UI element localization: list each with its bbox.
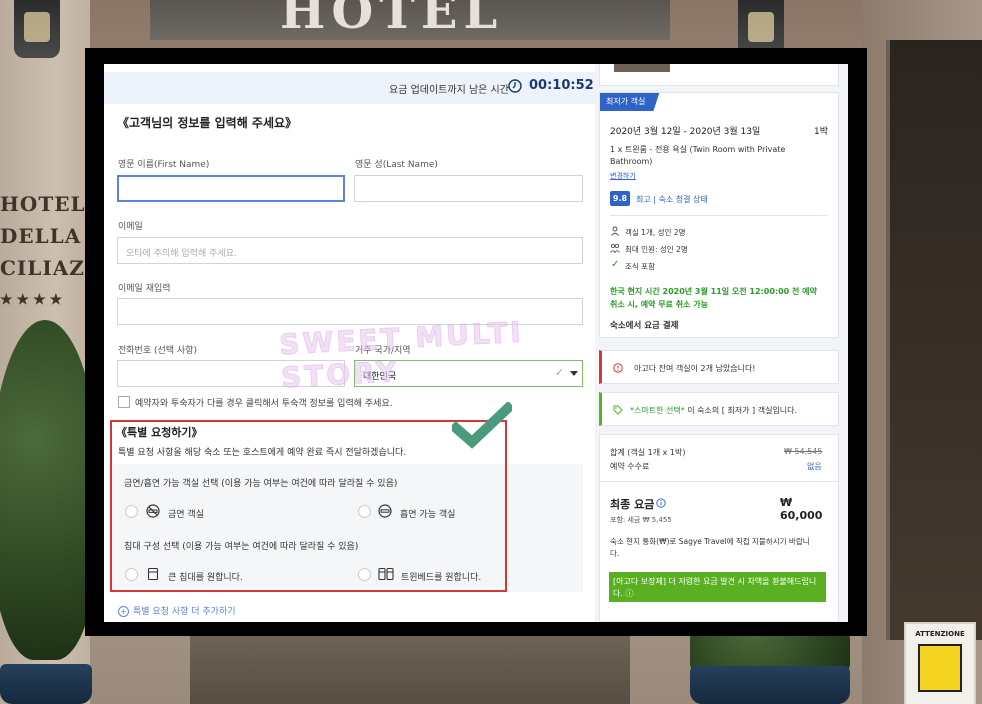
smart-choice-alert: *스마트한 선택* 이 숙소의 [ 최저가 ] 객실입니다. <box>599 392 839 426</box>
clock-icon <box>508 79 522 93</box>
booking-fee-label: 예약 수수료 <box>610 462 650 471</box>
currency-note: 숙소 현지 통화(₩)로 Sagye Travel에 직접 지불하시기 바랍니 <box>610 537 810 546</box>
check-icon <box>452 402 512 449</box>
booking-fee-value: 없음 <box>807 462 822 471</box>
email-field[interactable]: 오타에 주의해 입력해 주세요. <box>117 237 583 264</box>
guest-different-checkbox[interactable] <box>118 396 130 408</box>
hotel-sign-line: DELLA <box>0 224 82 248</box>
add-more-requests-link[interactable]: + 특별 요청 사항 더 추가하기 <box>118 604 236 617</box>
lowest-price-ribbon: 최저가 객실 <box>600 93 660 111</box>
free-cancel-text: 한국 현지 시간 2020년 3월 11일 오전 12:00:00 전 예약 <box>610 287 817 296</box>
large-bed-radio[interactable] <box>125 568 138 581</box>
first-name-field[interactable] <box>117 175 345 202</box>
tax-note: 포함: 세금 ₩ 5,455 <box>610 516 672 524</box>
subtotal-value: ₩ 54,545 <box>784 447 823 456</box>
plus-icon: + <box>118 606 129 617</box>
smart-choice-highlight: *스마트한 선택* <box>630 406 685 415</box>
non-smoking-label: 금연 객실 <box>168 510 204 520</box>
hotel-sign-line: CILIAZI <box>0 256 96 280</box>
currency-note-cont: 다. <box>610 549 620 558</box>
planter-icon <box>690 666 850 704</box>
hotel-sign: HOTEL DELLA CILIAZI ★★★★ <box>0 188 95 316</box>
smoking-label: 흡연 가능 객실 <box>400 510 456 520</box>
price-guarantee-text: [아고다 보장제] 더 저렴한 요금 발견 시 차액을 환불해드립니 <box>613 577 817 586</box>
timer-label: 요금 업데이트까지 남은 시간 <box>389 85 509 96</box>
large-bed-label: 큰 침대를 원합니다. <box>168 573 243 583</box>
last-name-field[interactable] <box>354 175 583 202</box>
hotel-sign-stars: ★★★★ <box>0 292 67 308</box>
free-cancel-text-cont: 취소 시, 예약 무료 취소 가능 <box>610 300 708 309</box>
non-smoking-radio[interactable] <box>125 505 138 518</box>
phone-label: 전화번호 (선택 사항) <box>118 346 197 356</box>
check-icon: ✓ <box>611 259 620 270</box>
person-icon <box>611 226 619 236</box>
divider <box>600 481 838 482</box>
room-type-cont: Bathroom) <box>610 157 653 166</box>
price-guarantee-banner[interactable]: [아고다 보장제] 더 저렴한 요금 발견 시 차액을 환불해드립니 다. ⓘ <box>609 572 826 602</box>
background-floor <box>190 630 630 704</box>
first-name-label: 영문 이름(First Name) <box>118 160 210 170</box>
guest-info-title: 《고객님의 정보를 입력해 주세요》 <box>117 116 298 130</box>
booking-screenshot: 요금 업데이트까지 남은 시간 00:10:52 《고객님의 정보를 입력해 주… <box>104 64 848 622</box>
stay-nights: 1박 <box>814 127 829 137</box>
planter-icon <box>0 664 92 704</box>
background-awning-text: HOTEL <box>280 0 504 40</box>
change-room-link[interactable]: 변경하기 <box>610 171 636 181</box>
camera-warning-icon <box>918 644 962 692</box>
subtotal-label: 합계 (객실 1개 x 1박) <box>610 448 686 457</box>
room-type: 1 x 트윈룸 - 전용 욕실 (Twin Room with Private <box>610 145 786 154</box>
email-label: 이메일 <box>118 222 143 232</box>
divider <box>610 215 828 216</box>
price-guarantee-text-cont: 다. ⓘ <box>613 589 634 598</box>
smoking-heading: 금연/흡연 가능 객실 선택 (이용 가능 여부는 여건에 따라 달라질 수 있… <box>124 479 398 489</box>
smart-choice-text: *스마트한 선택* 이 숙소의 [ 최저가 ] 객실입니다. <box>630 405 797 416</box>
hotel-photo-card <box>599 64 839 86</box>
smoking-icon <box>378 504 392 518</box>
info-icon <box>656 498 666 508</box>
hotel-sign-line: HOTEL <box>0 192 86 216</box>
background-door <box>886 40 982 640</box>
pay-at-property-text: 숙소에서 요금 결제 <box>610 321 679 331</box>
final-price-label: 최종 요금 <box>610 498 655 511</box>
timer-value: 00:10:52 <box>529 78 594 93</box>
smoking-radio[interactable] <box>358 505 371 518</box>
lamp-icon <box>14 0 60 58</box>
special-request-title: 《특별 요청하기》 <box>116 426 203 439</box>
twin-bed-icon <box>378 567 394 581</box>
warning-poster-text: ATTENZIONE <box>915 630 965 638</box>
email-confirm-label: 이메일 재입력 <box>118 284 171 294</box>
bed-heading: 침대 구성 선택 (이용 가능 여부는 여건에 따라 달라질 수 있음) <box>124 542 359 552</box>
warning-poster: ATTENZIONE <box>904 622 976 704</box>
guest-info-form: 요금 업데이트까지 남은 시간 00:10:52 《고객님의 정보를 입력해 주… <box>104 64 595 622</box>
max-guests-text: 최대 인원: 성인 2명 <box>625 245 688 254</box>
final-price-value: ₩ 60,000 <box>780 496 823 522</box>
tag-icon <box>613 405 623 415</box>
last-name-label: 영문 성(Last Name) <box>355 160 438 170</box>
group-icon <box>610 243 620 253</box>
room-summary-card: 최저가 객실 2020년 3월 12일 - 2020년 3월 13일 1박 1 … <box>599 92 839 338</box>
no-smoking-icon <box>146 504 160 518</box>
special-request-description: 특별 요청 사항을 해당 숙소 또는 호스트에게 예약 완료 즉시 전달하겠습니… <box>118 448 407 458</box>
hotel-thumbnail <box>614 64 670 72</box>
rooms-left-text: 아고다 잔여 객실이 2개 남았습니다! <box>634 364 756 373</box>
add-more-label: 특별 요청 사항 더 추가하기 <box>133 607 236 617</box>
booking-summary: 최저가 객실 2020년 3월 12일 - 2020년 3월 13일 1박 1 … <box>595 64 848 622</box>
stay-dates: 2020년 3월 12일 - 2020년 3월 13일 <box>610 127 761 137</box>
twin-bed-radio[interactable] <box>358 568 371 581</box>
review-score-text: 최고 | 숙소 청결 상태 <box>636 195 708 204</box>
guest-different-label: 예약자와 투숙자가 다를 경우 클릭해서 투숙객 정보를 입력해 주세요. <box>135 399 393 409</box>
review-score-badge: 9.8 <box>610 191 630 206</box>
occupancy-text: 객실 1개, 성인 2명 <box>625 228 686 237</box>
price-timer-bar: 요금 업데이트까지 남은 시간 00:10:52 <box>104 72 595 104</box>
rooms-left-alert: 아고다 잔여 객실이 2개 남았습니다! <box>599 350 839 384</box>
breakfast-text: 조식 포함 <box>625 262 655 271</box>
twin-bed-label: 트윈베드를 원합니다. <box>401 573 482 583</box>
smart-choice-rest: 이 숙소의 [ 최저가 ] 객실입니다. <box>684 406 798 415</box>
large-bed-icon <box>147 567 159 581</box>
alert-icon <box>613 363 623 373</box>
